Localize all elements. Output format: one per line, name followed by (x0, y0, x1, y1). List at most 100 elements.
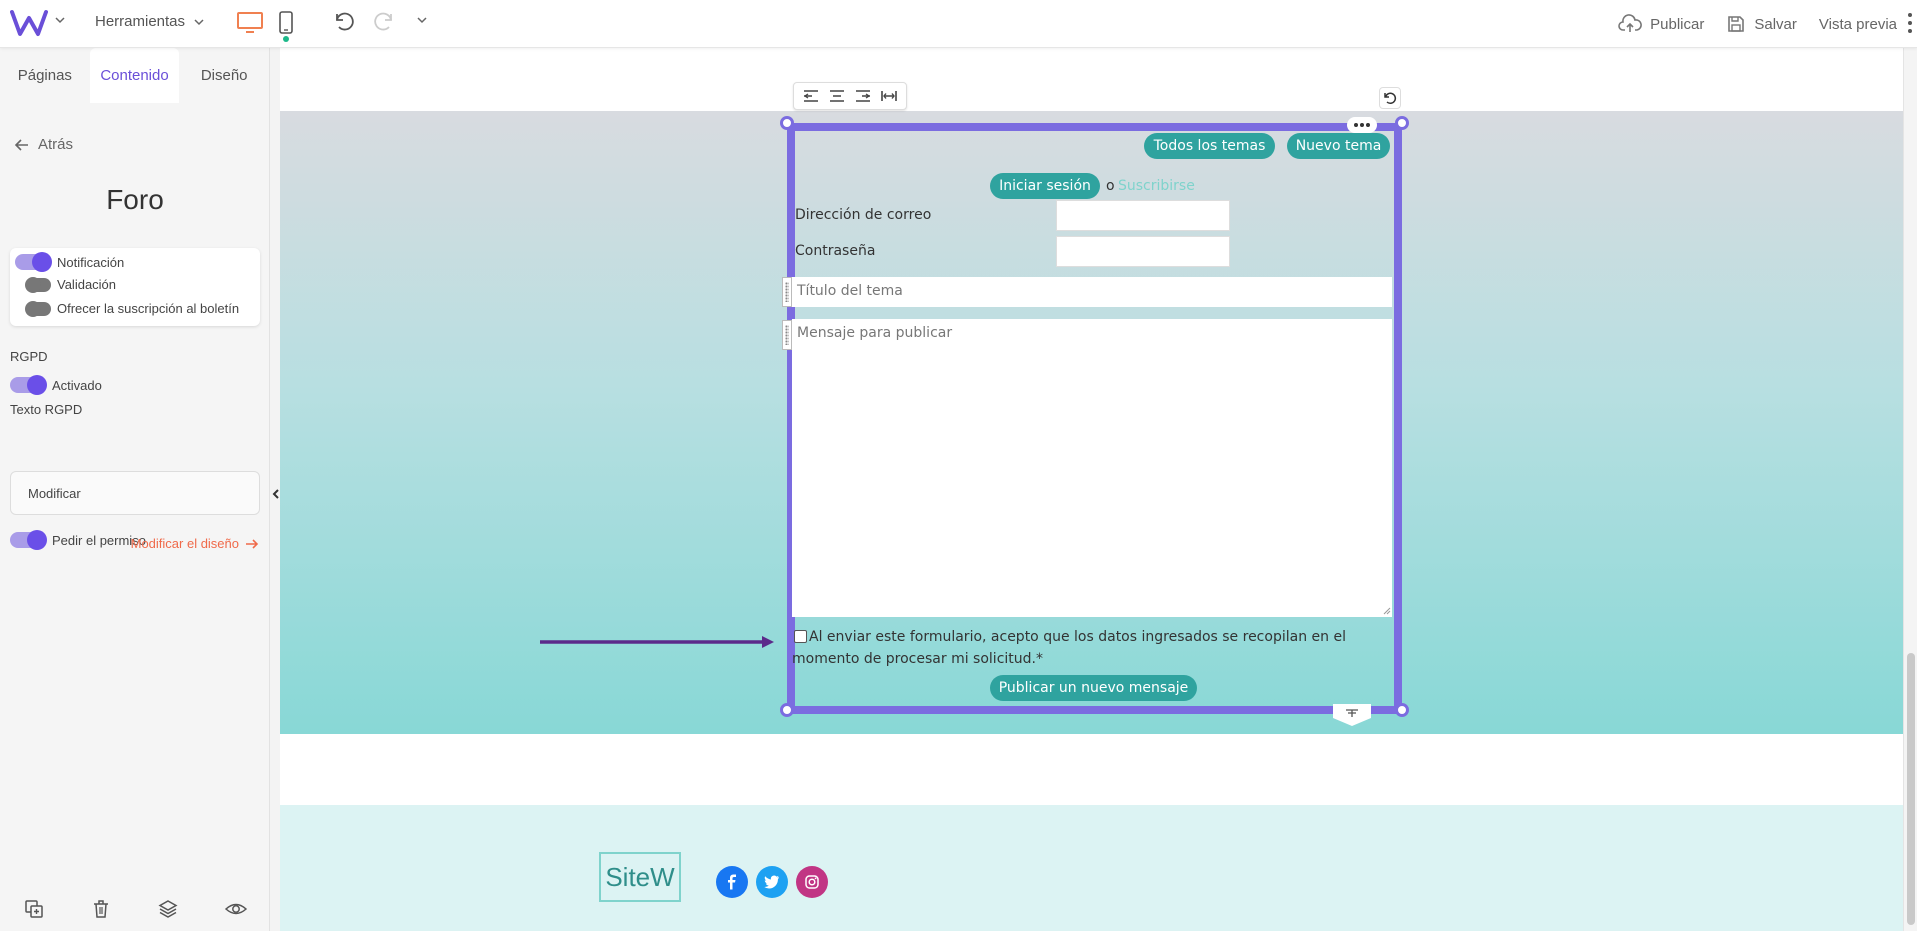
twitter-glyph (764, 875, 779, 889)
tab-pages[interactable]: Páginas (0, 48, 90, 103)
reset-icon[interactable] (1379, 87, 1401, 109)
textarea-resize-grip-icon[interactable] (1381, 605, 1391, 615)
widget-options-menu[interactable] (1347, 117, 1377, 133)
resize-handle-bottom-right[interactable] (1395, 703, 1409, 717)
arrow-right-icon (246, 538, 259, 549)
scrollbar-thumb[interactable] (1907, 653, 1915, 925)
option-label: Ofrecer la suscripción al boletín (57, 301, 240, 316)
site-footer (280, 805, 1903, 931)
resize-handle-top-left[interactable] (780, 116, 794, 130)
panel-title: Foro (106, 184, 164, 215)
sitew-logo-icon[interactable] (10, 8, 48, 38)
option-newsletter[interactable]: Ofrecer la suscripción al boletín (25, 300, 240, 317)
modify-design-label: Modificar el diseño (130, 536, 239, 551)
align-center-icon[interactable] (828, 89, 846, 103)
email-field[interactable] (1056, 200, 1230, 231)
publish-button[interactable]: Publicar (1618, 14, 1704, 34)
layers-icon[interactable] (157, 898, 179, 920)
all-topics-button[interactable]: Todos los temas (1144, 133, 1275, 159)
floppy-disk-icon (1728, 16, 1745, 32)
chevron-down-icon (194, 18, 204, 25)
panel-bottom-toolbar (0, 898, 270, 920)
preview-label: Vista previa (1818, 15, 1897, 33)
notification-toggle[interactable] (15, 252, 52, 272)
eye-icon[interactable] (224, 898, 248, 920)
editor-canvas: Todos los temas Nuevo tema Iniciar sesió… (280, 48, 1903, 931)
tab-design[interactable]: Diseño (179, 48, 269, 103)
cloud-upload-icon (1618, 14, 1643, 32)
rgpd-activated-row[interactable]: Activado (10, 375, 102, 395)
back-button[interactable]: Atrás (14, 136, 73, 153)
collapse-panel-icon[interactable] (272, 488, 280, 500)
facebook-glyph (728, 874, 736, 890)
duplicate-icon[interactable] (23, 898, 45, 920)
alignment-toolbar (793, 82, 907, 110)
or-text: o (1106, 178, 1115, 194)
back-label: Atrás (38, 136, 74, 153)
section-settings-tab-icon[interactable] (1333, 704, 1371, 726)
footer-logo[interactable]: SiteW (599, 852, 681, 902)
twitter-icon[interactable] (756, 866, 788, 898)
ask-permission-row[interactable]: Pedir el permiso (10, 530, 146, 550)
option-validation[interactable]: Validación (25, 276, 117, 293)
more-horizontal-icon (1354, 123, 1370, 127)
top-actions: Publicar Salvar Vista previa (1618, 0, 1897, 48)
mobile-view-icon[interactable] (278, 11, 294, 35)
tab-content[interactable]: Contenido (89, 48, 180, 103)
post-new-message-button[interactable]: Publicar un nuevo mensaje (990, 675, 1197, 701)
instagram-glyph (805, 875, 819, 889)
rgpd-activated-label: Activado (52, 377, 102, 393)
arrow-left-icon (14, 138, 28, 151)
ask-permission-toggle[interactable] (10, 530, 47, 550)
save-button[interactable]: Salvar (1726, 14, 1797, 34)
validation-toggle[interactable] (25, 276, 51, 293)
modify-design-link[interactable]: Modificar el diseño (131, 536, 259, 551)
facebook-icon[interactable] (716, 866, 748, 898)
panel-tabs: Páginas Contenido Diseño (0, 48, 269, 103)
resize-handle-bottom-left[interactable] (780, 703, 794, 717)
drag-handle[interactable] (782, 320, 792, 350)
consent-text: Al enviar este formulario, acepto que lo… (792, 629, 1346, 667)
active-device-indicator (283, 36, 289, 42)
rgpd-text-heading: Texto RGPD (10, 402, 83, 417)
password-label: Contraseña (795, 243, 876, 259)
left-panel: Páginas Contenido Diseño Atrás Foro Noti… (0, 48, 270, 931)
save-label: Salvar (1754, 15, 1797, 33)
topic-title-field[interactable]: Título del tema (792, 277, 1392, 307)
message-textarea[interactable]: Mensaje para publicar (792, 319, 1392, 617)
rgpd-toggle[interactable] (10, 375, 47, 395)
forum-options-card: Notificación Validación Ofrecer la suscr… (10, 248, 260, 326)
align-left-icon[interactable] (802, 89, 820, 103)
publish-label: Publicar (1650, 15, 1705, 33)
undo-icon[interactable] (332, 10, 356, 34)
newsletter-toggle[interactable] (25, 300, 51, 317)
instagram-icon[interactable] (796, 866, 828, 898)
option-notification[interactable]: Notificación (15, 252, 125, 272)
preview-button[interactable]: Vista previa (1819, 16, 1897, 33)
trash-icon[interactable] (90, 898, 112, 920)
rgpd-heading: RGPD (10, 349, 48, 364)
email-label: Dirección de correo (795, 207, 932, 223)
desktop-view-icon[interactable] (236, 11, 264, 35)
chevron-down-icon[interactable] (54, 14, 66, 26)
tools-menu-label: Herramientas (95, 13, 186, 30)
tools-menu[interactable]: Herramientas (95, 13, 205, 30)
full-width-icon[interactable] (880, 89, 898, 103)
login-button[interactable]: Iniciar sesión (990, 173, 1100, 199)
align-right-icon[interactable] (854, 89, 872, 103)
rotate-ccw-icon (1384, 92, 1397, 105)
more-vertical-icon[interactable] (1907, 12, 1913, 34)
subscribe-link[interactable]: Suscribirse (1118, 178, 1195, 194)
option-label: Validación (57, 277, 117, 292)
annotation-arrow-icon (540, 636, 774, 648)
password-field[interactable] (1056, 236, 1230, 267)
drag-handle[interactable] (782, 277, 792, 307)
new-topic-button[interactable]: Nuevo tema (1287, 133, 1390, 159)
canvas-scrollbar[interactable] (1903, 48, 1917, 931)
modify-rgpd-button[interactable]: Modificar (10, 471, 260, 515)
resize-handle-top-right[interactable] (1395, 116, 1409, 130)
option-label: Notificación (57, 254, 125, 270)
top-bar: Herramientas Publicar Salvar Vista previ… (0, 0, 1917, 48)
history-chevron-icon[interactable] (416, 14, 428, 26)
redo-icon[interactable] (372, 10, 396, 34)
